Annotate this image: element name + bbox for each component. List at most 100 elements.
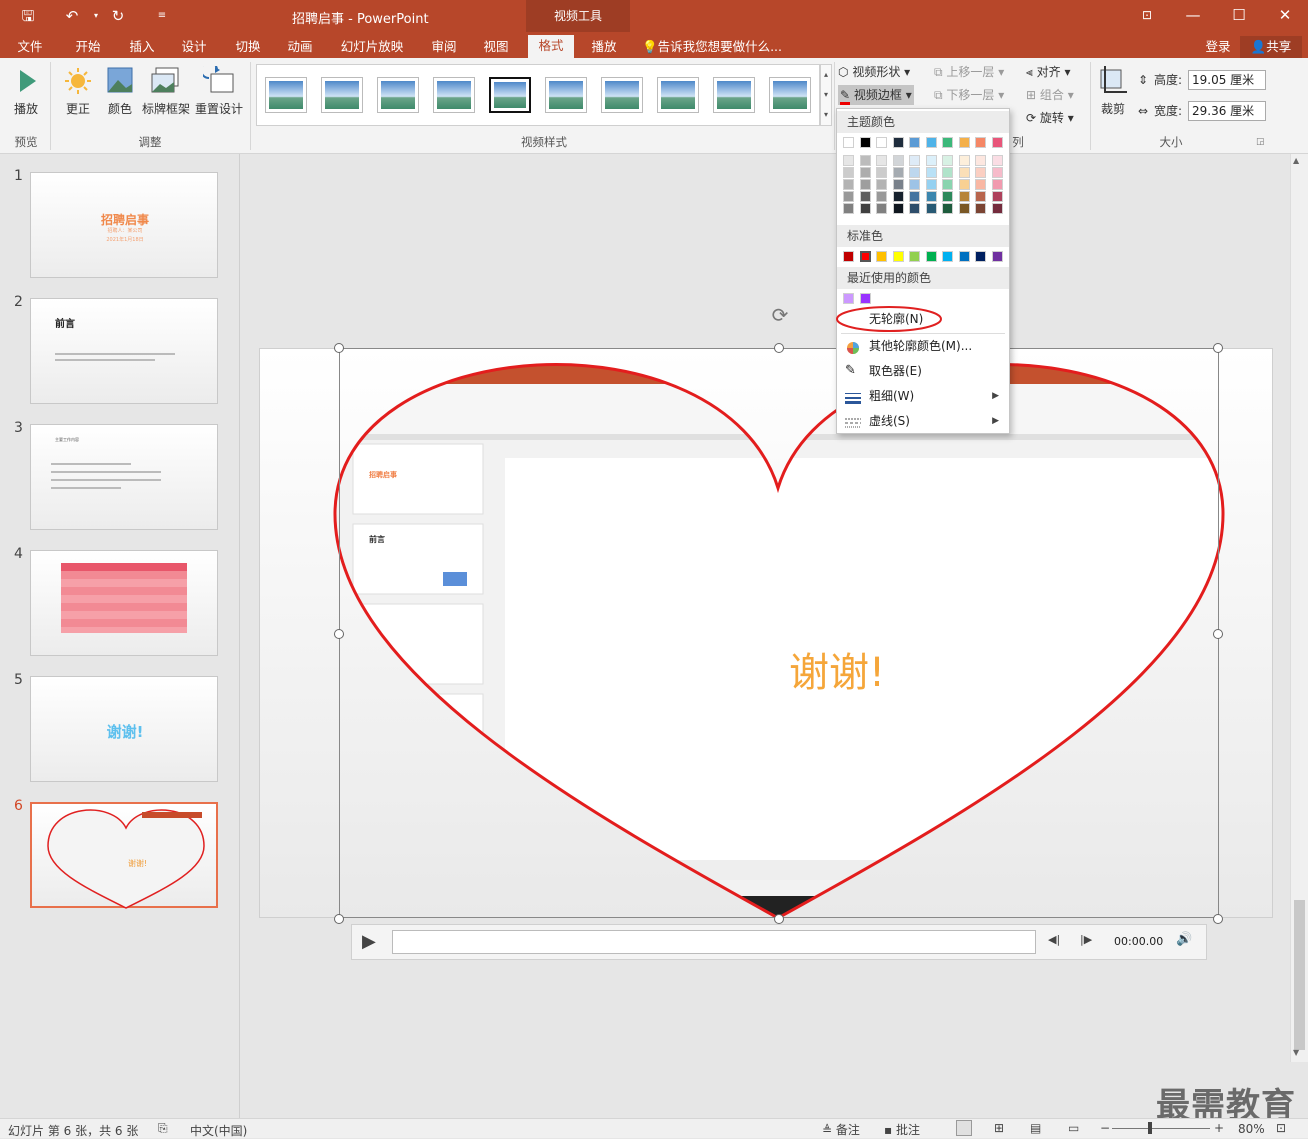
slide-thumbnail-1[interactable]: 招聘启事 招聘人：某公司 2021年1月18日 [30,172,218,278]
more-outline-colors-menu-item[interactable]: 其他轮廓颜色(M)... [837,334,1009,358]
theme-color-swatch[interactable] [925,155,937,166]
undo-dropdown-icon[interactable]: ▾ [84,5,108,27]
rotate-button[interactable]: ⟳ 旋转 ▾ [1026,108,1074,128]
tab-slideshow[interactable]: 幻灯片放映 [336,36,408,58]
video-style-2[interactable] [321,77,363,113]
standard-color-swatch[interactable] [876,251,887,262]
theme-color-swatch[interactable] [843,155,854,166]
tab-insert[interactable]: 插入 [120,36,164,58]
theme-color-swatch[interactable] [942,137,953,148]
theme-color-swatch[interactable] [958,203,970,214]
video-style-5[interactable] [489,77,531,113]
video-style-1[interactable] [265,77,307,113]
resize-handle[interactable] [334,343,344,353]
recent-color-swatch[interactable] [859,293,871,304]
theme-color-swatch[interactable] [909,179,920,190]
theme-color-swatch[interactable] [958,179,970,190]
standard-color-swatch[interactable] [892,251,904,262]
tab-animations[interactable]: 动画 [278,36,322,58]
theme-color-swatch[interactable] [925,179,937,190]
reset-design-button[interactable]: 重置设计 [194,61,244,117]
scroll-up-icon[interactable]: ▲ [1293,156,1299,165]
tell-me-search[interactable]: 💡告诉我您想要做什么... [642,36,792,58]
theme-color-swatch[interactable] [859,203,871,214]
theme-color-swatch[interactable] [859,191,871,202]
play-preview-button[interactable]: 播放 [8,66,44,117]
theme-color-swatch[interactable] [843,203,854,214]
tab-design[interactable]: 设计 [172,36,216,58]
theme-color-swatch[interactable] [843,137,854,148]
resize-handle[interactable] [1213,343,1223,353]
gallery-scroll[interactable]: ▴ ▾ ▾ [820,64,832,126]
eyedropper-menu-item[interactable]: ✎ 取色器(E) [837,359,1009,383]
slide-thumbnail-4[interactable] [30,550,218,656]
theme-color-swatch[interactable] [909,203,920,214]
share-button[interactable]: 👤共享 [1240,36,1302,58]
theme-color-swatch[interactable] [958,191,970,202]
video-style-10[interactable] [769,77,811,113]
standard-color-swatch[interactable] [991,251,1003,262]
theme-color-swatch[interactable] [892,191,904,202]
resize-handle[interactable] [334,629,344,639]
video-border-button[interactable]: ✎ 视频边框 ▾ [838,85,914,105]
slide-sorter-icon[interactable]: ⊞ [994,1121,1004,1135]
theme-color-swatch[interactable] [925,191,937,202]
theme-color-swatch[interactable] [975,179,986,190]
standard-color-swatch[interactable] [975,251,986,262]
theme-color-swatch[interactable] [843,191,854,202]
comments-button[interactable]: ▪ 批注 [884,1121,920,1138]
slideshow-view-icon[interactable]: ▭ [1068,1121,1079,1135]
resize-handle[interactable] [774,343,784,353]
undo-icon[interactable]: ↶ [60,5,84,27]
standard-color-swatch[interactable] [843,251,854,262]
theme-color-swatch[interactable] [876,167,887,178]
crop-button[interactable]: 裁剪 [1096,66,1130,117]
theme-color-swatch[interactable] [876,191,887,202]
theme-color-swatch[interactable] [975,191,986,202]
notes-button[interactable]: ≜ 备注 [822,1121,860,1138]
theme-color-swatch[interactable] [909,167,920,178]
theme-color-swatch[interactable] [859,167,871,178]
standard-color-swatch[interactable] [859,251,871,262]
customize-qat-icon[interactable]: ≡ [150,5,174,27]
tab-transitions[interactable]: 切换 [226,36,270,58]
theme-color-swatch[interactable] [975,155,986,166]
theme-color-swatch[interactable] [975,167,986,178]
ribbon-display-icon[interactable]: ⊡ [1132,4,1162,26]
theme-color-swatch[interactable] [843,167,854,178]
resize-handle[interactable] [1213,629,1223,639]
zoom-slider[interactable] [1112,1128,1210,1129]
resize-handle[interactable] [774,914,784,924]
size-dialog-launcher-icon[interactable]: ◲ [1256,132,1265,152]
bring-forward-button[interactable]: ⧉ 上移一层 ▾ [934,62,1004,82]
theme-color-swatch[interactable] [892,203,904,214]
media-back-icon[interactable]: ◀| [1048,933,1060,946]
spelling-check-icon[interactable]: ⎘ [158,1121,168,1136]
theme-color-swatch[interactable] [975,137,986,148]
video-style-8[interactable] [657,77,699,113]
video-style-3[interactable] [377,77,419,113]
theme-color-swatch[interactable] [975,203,986,214]
video-style-9[interactable] [713,77,755,113]
normal-view-icon[interactable] [956,1120,972,1136]
theme-color-swatch[interactable] [958,137,970,148]
scroll-down-icon[interactable]: ▼ [1293,1048,1299,1057]
tab-playback[interactable]: 播放 [582,36,626,58]
slide-thumbnail-3[interactable]: 主要工作内容 [30,424,218,530]
video-shape-button[interactable]: ⬡ 视频形状 ▾ [838,62,910,82]
maximize-icon[interactable]: ☐ [1224,4,1254,26]
login-link[interactable]: 登录 [1198,36,1238,58]
tab-review[interactable]: 审阅 [422,36,466,58]
theme-color-swatch[interactable] [958,167,970,178]
vertical-scrollbar[interactable]: ▲ ▼ [1290,154,1308,1062]
theme-color-swatch[interactable] [991,167,1003,178]
redo-icon[interactable]: ↻ [106,5,130,27]
send-backward-button[interactable]: ⧉ 下移一层 ▾ [934,85,1004,105]
theme-color-swatch[interactable] [942,167,953,178]
theme-color-swatch[interactable] [909,137,920,148]
theme-color-swatch[interactable] [942,191,953,202]
weight-menu-item[interactable]: 粗细(W) ▶ [837,384,1009,408]
theme-color-swatch[interactable] [991,191,1003,202]
height-input[interactable]: 19.05 厘米 [1188,70,1266,90]
slide-thumbnail-5[interactable]: 谢谢! [30,676,218,782]
